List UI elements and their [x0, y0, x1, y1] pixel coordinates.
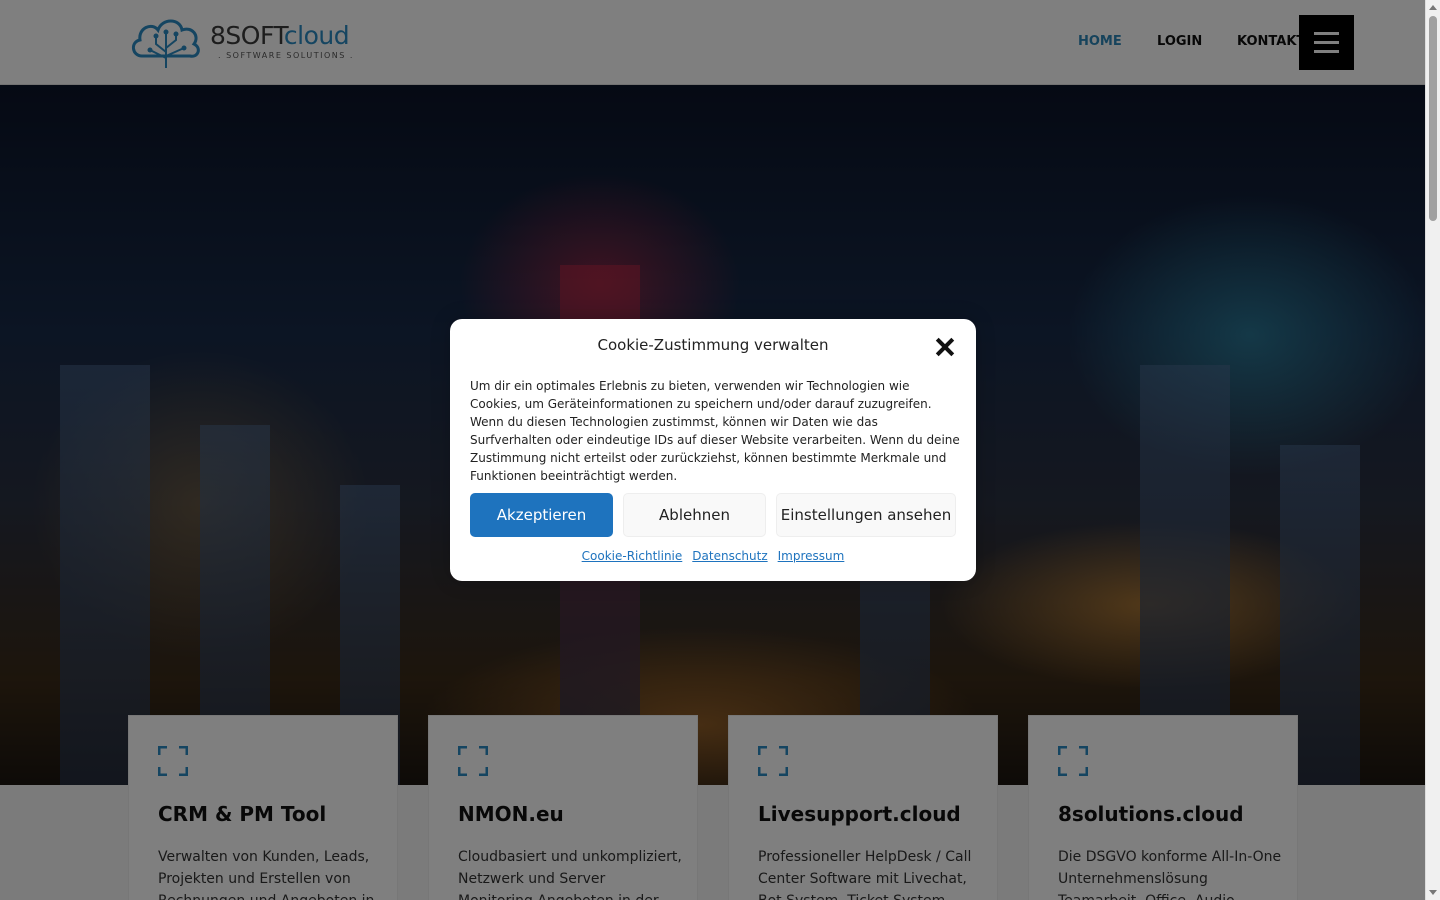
- view-settings-button[interactable]: Einstellungen ansehen: [776, 493, 956, 537]
- deny-button[interactable]: Ablehnen: [623, 493, 766, 537]
- accept-button[interactable]: Akzeptieren: [470, 493, 613, 537]
- scroll-thumb[interactable]: [1429, 16, 1437, 221]
- dialog-title: Cookie-Zustimmung verwalten: [597, 336, 829, 354]
- cookie-consent-dialog: Cookie-Zustimmung verwalten Um dir ein o…: [450, 319, 976, 581]
- close-icon[interactable]: [935, 337, 955, 357]
- scroll-up-icon[interactable]: [1429, 5, 1437, 10]
- privacy-link[interactable]: Datenschutz: [692, 549, 767, 563]
- cookie-policy-link[interactable]: Cookie-Richtlinie: [582, 549, 683, 563]
- dialog-body: Um dir ein optimales Erlebnis zu bieten,…: [470, 379, 960, 483]
- scroll-down-icon[interactable]: [1429, 890, 1437, 895]
- dialog-links: Cookie-Richtlinie Datenschutz Impressum: [450, 549, 976, 563]
- imprint-link[interactable]: Impressum: [778, 549, 845, 563]
- page-scrollbar[interactable]: [1425, 0, 1440, 900]
